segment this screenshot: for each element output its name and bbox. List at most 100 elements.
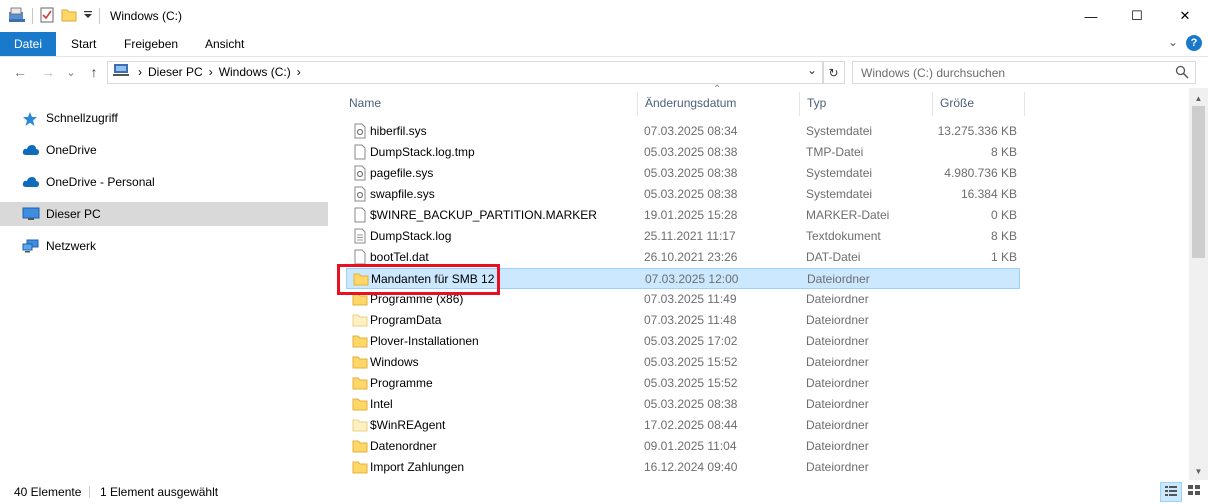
sidebar-item-schnellzugriff[interactable]: Schnellzugriff xyxy=(0,106,328,130)
file-name: pagefile.sys xyxy=(370,166,434,180)
table-row[interactable]: Plover-Installationen 05.03.2025 17:02 Dat… xyxy=(340,331,1190,352)
file-date: 26.10.2021 23:26 xyxy=(644,250,738,264)
file-date: 05.03.2025 17:02 xyxy=(644,334,738,348)
sidebar-item-onedrive-personal[interactable]: OneDrive - Personal xyxy=(0,170,328,194)
file-type: Systemdatei xyxy=(806,187,873,201)
scrollbar-thumb[interactable] xyxy=(1192,106,1205,258)
ribbon-expand-button[interactable]: ⌄ xyxy=(1168,35,1178,49)
table-row[interactable]: Import Zahlungen 16.12.2024 09:40 Dateiord… xyxy=(340,457,1190,478)
file-date: 25.11.2021 11:17 xyxy=(644,229,736,243)
recent-locations-button[interactable]: ⌄ xyxy=(64,62,78,82)
customize-toolbar-icon[interactable] xyxy=(83,9,93,23)
file-name: Import Zahlungen xyxy=(370,460,465,474)
search-icon[interactable] xyxy=(1175,65,1189,79)
forward-button[interactable]: → xyxy=(38,62,58,82)
table-row[interactable]: hiberfil.sys 07.03.2025 08:34 Systemdatei 1… xyxy=(340,121,1190,142)
star-icon xyxy=(22,111,40,126)
toolbar-separator xyxy=(99,8,100,24)
sidebar-item-netzwerk[interactable]: Netzwerk xyxy=(0,234,328,258)
search-box[interactable] xyxy=(852,61,1196,84)
file-name: hiberfil.sys xyxy=(370,124,427,138)
sidebar-item-label: Netzwerk xyxy=(46,239,97,253)
breadcrumb-item-dieser-pc[interactable]: Dieser PC xyxy=(148,65,203,79)
help-button[interactable]: ? xyxy=(1186,35,1202,51)
breadcrumb-separator[interactable]: › xyxy=(297,65,301,79)
sidebar-item-dieser-pc[interactable]: Dieser PC xyxy=(0,202,328,226)
address-dropdown-button[interactable]: ⌄ xyxy=(807,63,817,77)
file-date: 05.03.2025 15:52 xyxy=(644,376,738,390)
file-name: $WinREAgent xyxy=(370,418,446,432)
table-row[interactable]: Datenordner 09.01.2025 11:04 Dateiordner xyxy=(340,436,1190,457)
sidebar-item-label: OneDrive xyxy=(46,143,97,157)
tab-datei[interactable]: Datei xyxy=(0,32,57,56)
file-size: 8 KB xyxy=(990,145,1017,159)
column-header-date[interactable]: Änderungsdatum xyxy=(637,92,799,116)
new-folder-icon[interactable] xyxy=(61,7,77,26)
file-date: 05.03.2025 08:38 xyxy=(644,166,738,180)
breadcrumb-item-windows-c[interactable]: Windows (C:) xyxy=(219,65,291,79)
column-separator[interactable] xyxy=(1024,92,1025,116)
file-name: DumpStack.log.tmp xyxy=(370,145,475,159)
tab-start[interactable]: Start xyxy=(57,32,110,56)
folder-icon xyxy=(352,375,368,391)
table-row[interactable]: DumpStack.log 25.11.2021 11:17 Textdokumen… xyxy=(340,226,1190,247)
file-icon xyxy=(352,207,368,223)
back-button[interactable]: ← xyxy=(10,62,30,82)
table-row[interactable]: $WINRE_BACKUP_PARTITION.MARKER 19.01.2025… xyxy=(340,205,1190,226)
minimize-button[interactable]: — xyxy=(1068,0,1114,32)
file-name: ProgramData xyxy=(370,313,442,327)
large-icons-view-icon xyxy=(1187,484,1201,499)
file-size: 13.275.336 KB xyxy=(937,124,1017,138)
file-name: Intel xyxy=(370,397,393,411)
file-name: bootTel.dat xyxy=(370,250,429,264)
drive-icon xyxy=(112,63,132,80)
details-view-icon xyxy=(1164,485,1178,500)
column-header-name[interactable]: Name xyxy=(341,92,637,116)
table-row[interactable]: Windows 05.03.2025 15:52 Dateiordner xyxy=(340,352,1190,373)
details-view-button[interactable] xyxy=(1160,482,1182,502)
folder-icon xyxy=(352,438,368,454)
tab-freigeben[interactable]: Freigeben xyxy=(110,32,192,56)
scroll-down-button[interactable]: ▼ xyxy=(1189,463,1208,479)
file-size: 16.384 KB xyxy=(960,187,1017,201)
file-date: 19.01.2025 15:28 xyxy=(644,208,738,222)
column-header-size[interactable]: Größe xyxy=(932,92,1026,116)
file-type: Dateiordner xyxy=(806,418,869,432)
file-name: Plover-Installationen xyxy=(370,334,479,348)
search-input[interactable] xyxy=(859,64,1173,82)
file-name: Programme xyxy=(370,376,433,390)
file-type: Dateiordner xyxy=(807,272,870,286)
file-name: Windows xyxy=(370,355,419,369)
up-button[interactable]: ↑ xyxy=(84,62,104,82)
file-icon xyxy=(352,249,368,265)
sidebar-item-onedrive[interactable]: OneDrive xyxy=(0,138,328,162)
text-document-icon xyxy=(352,228,368,244)
file-type: Dateiordner xyxy=(806,355,869,369)
table-row[interactable]: Intel 05.03.2025 08:38 Dateiordner xyxy=(340,394,1190,415)
file-date: 05.03.2025 15:52 xyxy=(644,355,738,369)
navigation-pane: Schnellzugriff OneDrive OneDrive - Perso… xyxy=(0,90,330,480)
properties-icon[interactable] xyxy=(39,7,55,26)
table-row[interactable]: pagefile.sys 05.03.2025 08:38 Systemdatei 4… xyxy=(340,163,1190,184)
scroll-up-button[interactable]: ▲ xyxy=(1189,90,1208,106)
table-row[interactable]: swapfile.sys 05.03.2025 08:38 Systemdatei 1… xyxy=(340,184,1190,205)
file-size: 0 KB xyxy=(990,208,1017,222)
hidden-folder-icon xyxy=(352,417,368,433)
file-name: DumpStack.log xyxy=(370,229,452,243)
column-header-type[interactable]: Typ xyxy=(799,92,931,116)
tab-ansicht[interactable]: Ansicht xyxy=(191,32,258,56)
table-row[interactable]: Programme 05.03.2025 15:52 Dateiordner xyxy=(340,373,1190,394)
explorer-app-icon[interactable] xyxy=(8,7,26,26)
file-type: Dateiordner xyxy=(806,397,869,411)
maximize-button[interactable]: ☐ xyxy=(1114,0,1160,32)
close-button[interactable]: ✕ xyxy=(1162,0,1208,32)
large-icons-view-button[interactable] xyxy=(1184,482,1204,500)
table-row[interactable]: DumpStack.log.tmp 05.03.2025 08:38 TMP-Dat… xyxy=(340,142,1190,163)
refresh-button[interactable]: ↻ xyxy=(822,61,845,84)
breadcrumb-separator[interactable]: › xyxy=(209,65,213,79)
table-row[interactable]: ProgramData 07.03.2025 11:48 Dateiordner xyxy=(340,310,1190,331)
file-date: 05.03.2025 08:38 xyxy=(644,187,738,201)
file-date: 16.12.2024 09:40 xyxy=(644,460,738,474)
sidebar-item-label: Dieser PC xyxy=(46,207,101,221)
table-row[interactable]: $WinREAgent 17.02.2025 08:44 Dateiordner xyxy=(340,415,1190,436)
